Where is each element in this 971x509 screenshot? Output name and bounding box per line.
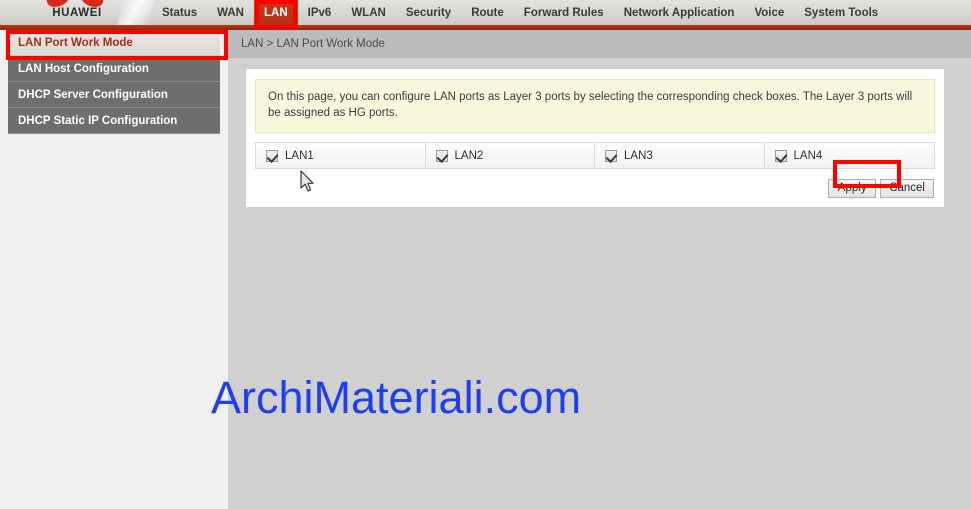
nav-item-system-tools[interactable]: System Tools	[794, 0, 888, 26]
top-navigation-bar: HUAWEI Status WAN LAN IPv6 WLAN Security Route…	[0, 0, 971, 26]
lan-port-cell-lan2[interactable]: LAN2	[426, 143, 595, 168]
info-message: On this page, you can configure LAN port…	[255, 79, 935, 133]
mouse-cursor-arrow-icon	[299, 170, 317, 199]
browser-page: HUAWEI Status WAN LAN IPv6 WLAN Security Route…	[0, 0, 971, 509]
nav-item-forward-rules[interactable]: Forward Rules	[514, 0, 614, 26]
lan-port-cell-lan3[interactable]: LAN3	[595, 143, 765, 168]
button-row: Apply Cancel	[255, 179, 935, 198]
lan-port-work-mode-panel: On this page, you can configure LAN port…	[245, 68, 945, 208]
sidebar-item-dhcp-static-ip-configuration[interactable]: DHCP Static IP Configuration	[8, 108, 220, 134]
nav-item-lan[interactable]: LAN	[254, 0, 298, 26]
nav-item-voice[interactable]: Voice	[744, 0, 794, 26]
sidebar-item-lan-host-configuration[interactable]: LAN Host Configuration	[8, 56, 220, 82]
sidebar-item-dhcp-server-configuration[interactable]: DHCP Server Configuration	[8, 82, 220, 108]
cancel-button[interactable]: Cancel	[880, 179, 934, 198]
nav-item-wan[interactable]: WAN	[207, 0, 254, 26]
huawei-flower-logo-icon	[29, 0, 125, 10]
nav-item-wlan[interactable]: WLAN	[341, 0, 396, 26]
nav-item-route[interactable]: Route	[461, 0, 514, 26]
logo-text: HUAWEI	[52, 7, 102, 19]
sidebar: LAN Port Work Mode LAN Host Configuration…	[0, 30, 228, 509]
lan-port-cell-lan4[interactable]: LAN4	[765, 143, 935, 168]
nav-item-status[interactable]: Status	[152, 0, 207, 26]
nav-item-ipv6[interactable]: IPv6	[298, 0, 342, 26]
checkbox-lan4-checked-icon[interactable]	[774, 149, 787, 162]
nav-item-network-application[interactable]: Network Application	[614, 0, 745, 26]
apply-button[interactable]: Apply	[828, 179, 877, 198]
lan-port-cell-lan1[interactable]: LAN1	[256, 143, 426, 168]
content-area: LAN > LAN Port Work Mode On this page, y…	[228, 30, 971, 509]
top-nav-items: Status WAN LAN IPv6 WLAN Security Route Forward…	[152, 0, 888, 26]
huawei-logo: HUAWEI	[22, 0, 132, 26]
checkbox-lan1-checked-icon[interactable]	[266, 149, 278, 162]
sidebar-item-lan-port-work-mode[interactable]: LAN Port Work Mode	[8, 30, 220, 56]
lan-port-label: LAN1	[285, 149, 314, 162]
nav-item-security[interactable]: Security	[396, 0, 461, 26]
lan-port-label: LAN4	[793, 149, 823, 162]
checkbox-lan2-checked-icon[interactable]	[435, 149, 448, 162]
lan-port-label: LAN3	[624, 149, 653, 162]
breadcrumb: LAN > LAN Port Work Mode	[228, 30, 971, 58]
watermark: ArchiMateriali.com	[211, 372, 582, 423]
lan-port-label: LAN2	[454, 149, 484, 162]
lan-port-checkbox-row: LAN1 LAN2 LAN3 LAN4	[255, 142, 935, 169]
checkbox-lan3-checked-icon[interactable]	[605, 149, 617, 162]
